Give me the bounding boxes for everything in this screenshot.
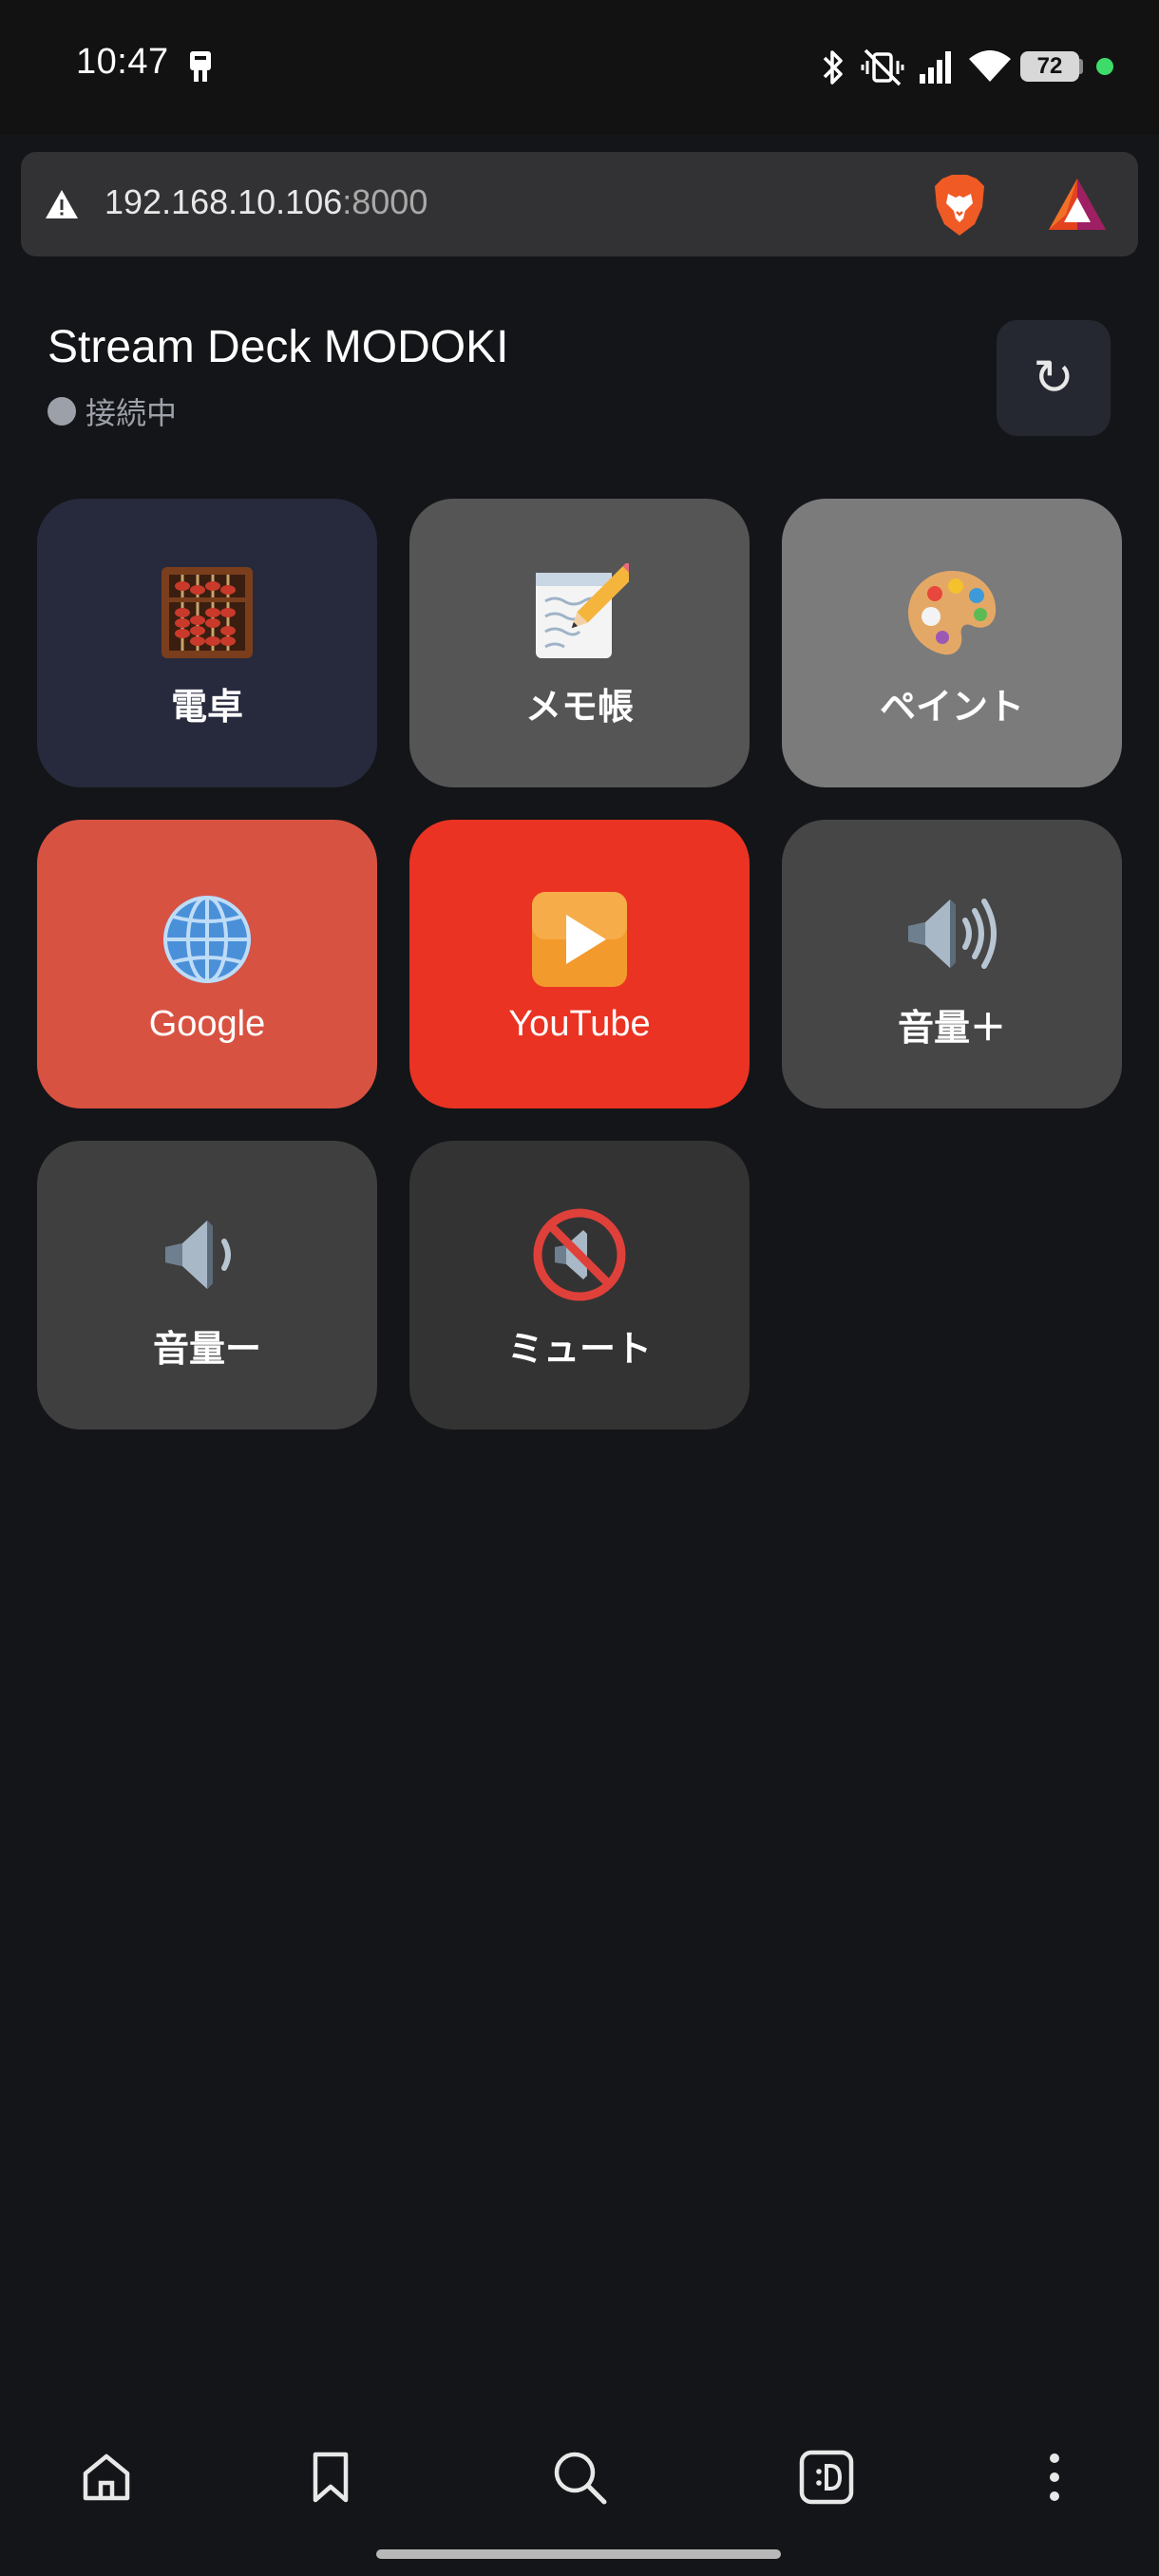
gesture-navigation-bar[interactable] <box>376 2549 781 2559</box>
deck-button-calculator[interactable]: 電卓 <box>37 499 377 787</box>
deck-button-youtube[interactable]: YouTube <box>409 820 750 1108</box>
abacus-icon <box>158 561 256 664</box>
search-button[interactable] <box>542 2439 618 2515</box>
palette-icon <box>902 561 1001 664</box>
deck-button-label: メモ帳 <box>524 685 634 728</box>
brave-rewards-icon[interactable] <box>1047 177 1108 234</box>
more-menu-button[interactable] <box>1016 2439 1092 2515</box>
warning-icon[interactable] <box>44 188 80 220</box>
battery-tip <box>1079 59 1083 74</box>
deck-button-label: Google <box>148 1003 266 1044</box>
muted-speaker-icon <box>530 1203 629 1306</box>
speaker-high-volume-icon <box>902 882 1001 985</box>
bookmarks-button[interactable] <box>293 2439 369 2515</box>
device-notification-icon <box>190 51 211 82</box>
bluetooth-icon <box>823 50 843 85</box>
url-port: :8000 <box>342 182 428 221</box>
address-bar[interactable]: 192.168.10.106:8000 <box>21 152 1138 256</box>
search-icon <box>554 2452 607 2505</box>
status-dot <box>48 397 76 426</box>
deck-button-grid: 電卓 メモ帳 ペイント Google YouTube 音量＋ 音量ー ミュート <box>37 499 1122 1430</box>
status-time: 10:47 <box>76 42 169 82</box>
vibrate-off-icon <box>861 48 904 86</box>
battery-level: 72 <box>1020 51 1079 82</box>
deck-button-label: 音量＋ <box>897 1006 1006 1049</box>
deck-button-paint[interactable]: ペイント <box>782 499 1122 787</box>
memo-icon <box>530 561 629 664</box>
page-title: Stream Deck MODOKI <box>48 322 509 372</box>
deck-button-label: ミュート <box>506 1327 652 1370</box>
connection-status-text: 接続中 <box>86 395 178 431</box>
speaker-low-volume-icon <box>158 1203 256 1306</box>
wifi-icon <box>969 50 1011 82</box>
deck-button-notepad[interactable]: メモ帳 <box>409 499 750 787</box>
more-icon <box>1050 2453 1059 2501</box>
screen: 10:47 72 192.168.10.106:8000 Stream Deck… <box>0 0 1159 2576</box>
privacy-indicator-dot <box>1096 58 1113 75</box>
deck-button-label: YouTube <box>508 1003 651 1044</box>
connection-status: 接続中 <box>48 389 177 433</box>
wallet-icon <box>799 2450 854 2505</box>
globe-icon <box>158 888 256 991</box>
deck-button-mute[interactable]: ミュート <box>409 1141 750 1430</box>
bookmark-icon <box>313 2452 349 2503</box>
deck-button-volume-down[interactable]: 音量ー <box>37 1141 377 1430</box>
signal-icon <box>920 51 951 84</box>
home-button[interactable] <box>68 2439 144 2515</box>
browser-bottom-toolbar <box>0 2420 1159 2525</box>
status-bar: 10:47 72 <box>0 0 1159 135</box>
refresh-button[interactable]: ↻ <box>997 320 1111 436</box>
deck-button-label: 音量ー <box>152 1327 261 1370</box>
deck-button-label: ペイント <box>879 685 1024 728</box>
play-button-icon <box>530 888 629 991</box>
brave-shields-icon[interactable] <box>929 173 990 239</box>
refresh-icon: ↻ <box>1033 350 1074 407</box>
deck-button-label: 電卓 <box>170 685 243 728</box>
deck-button-volume-up[interactable]: 音量＋ <box>782 820 1122 1108</box>
url-host: 192.168.10.106 <box>104 182 343 221</box>
home-icon <box>83 2453 130 2501</box>
url-text[interactable]: 192.168.10.106:8000 <box>104 182 428 222</box>
wallet-button[interactable] <box>788 2439 864 2515</box>
deck-button-google[interactable]: Google <box>37 820 377 1108</box>
